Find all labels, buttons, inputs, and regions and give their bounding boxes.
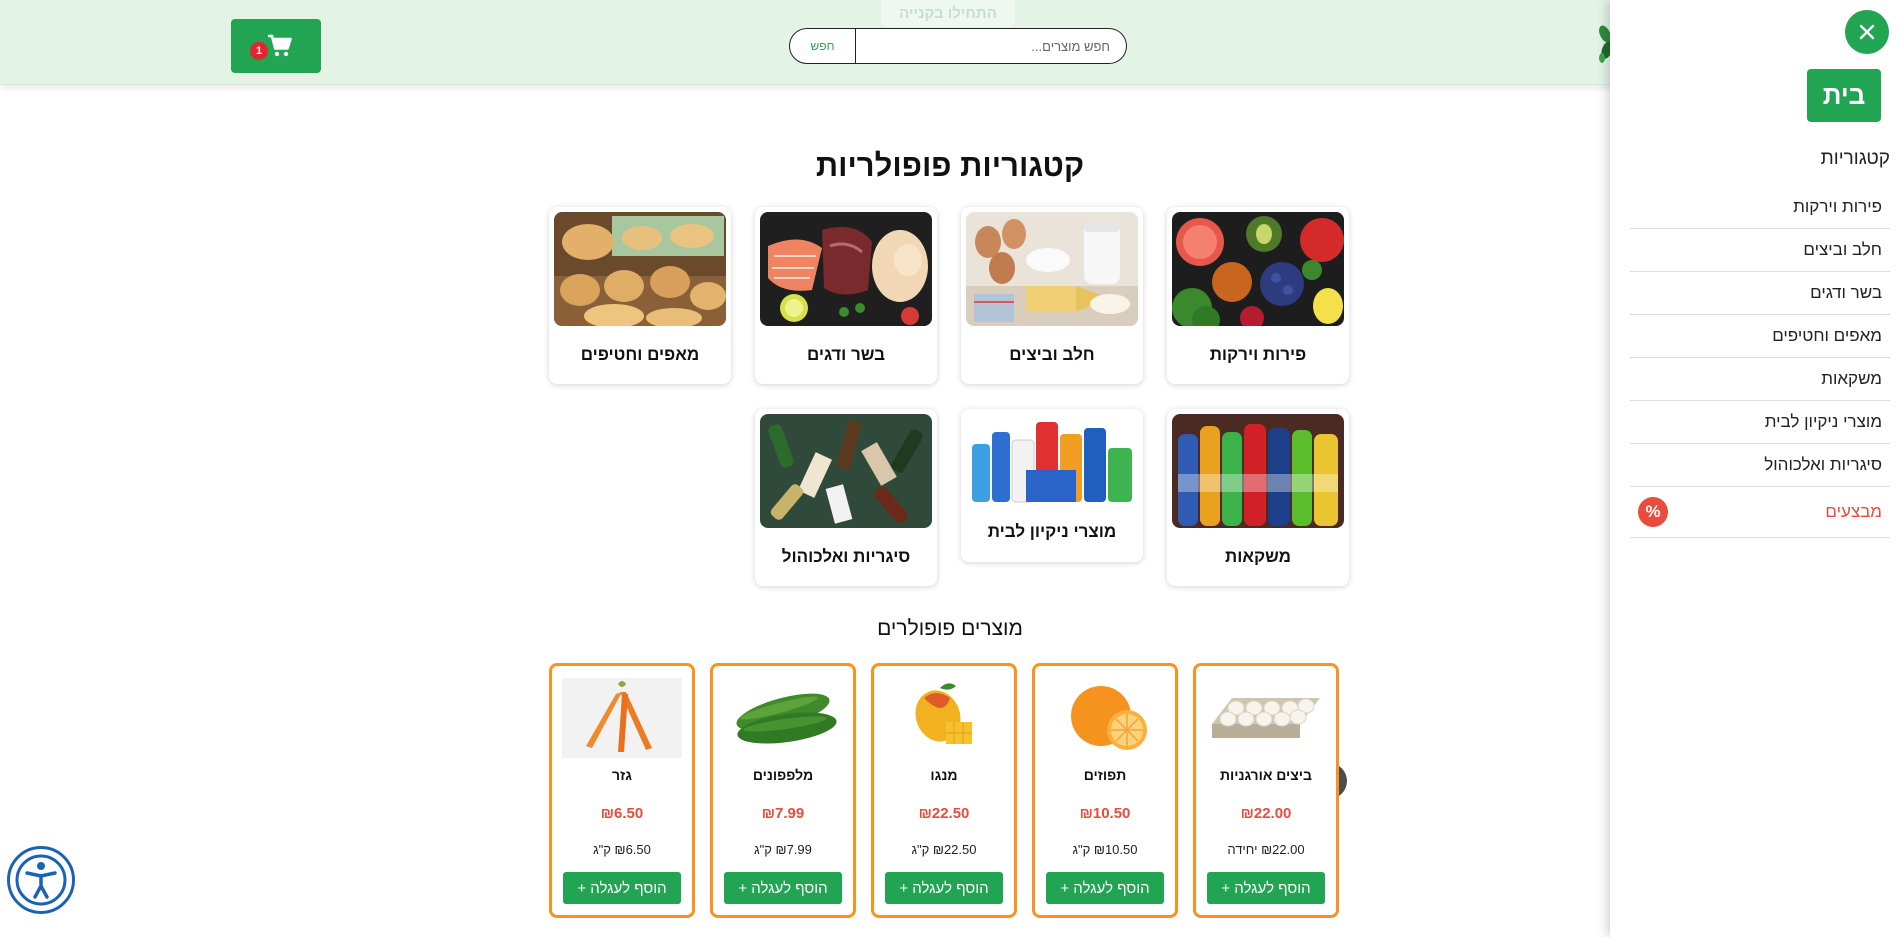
category-image (966, 212, 1138, 326)
accessibility-icon (15, 854, 67, 906)
product-price: ₪7.99 (761, 805, 805, 822)
sidebar-category-list: פירות וירקות חלב וביצים בשר ודגים מאפים … (1630, 186, 1890, 538)
category-card-drinks[interactable]: משקאות (1167, 409, 1349, 586)
shopping-cart-icon (268, 34, 292, 57)
category-card-cigarettes-alcohol[interactable]: סיגריות ואלכוהול (755, 409, 937, 586)
home-button[interactable]: בית (1807, 69, 1881, 122)
close-menu-button[interactable] (1845, 10, 1889, 54)
sidebar-item-drinks[interactable]: משקאות (1630, 358, 1890, 401)
category-label: חלב וביצים (1009, 345, 1095, 364)
product-unit-price: ₪10.50 ק"ג (1072, 842, 1138, 857)
product-card-mango[interactable]: מנגו ₪22.50 ₪22.50 ק"ג הוסף לעגלה + (871, 663, 1017, 918)
category-image (554, 212, 726, 326)
category-label: משקאות (1225, 547, 1291, 566)
sidebar-item-dairy-eggs[interactable]: חלב וביצים (1630, 229, 1890, 272)
sidebar-item-cleaning[interactable]: מוצרי ניקיון לבית (1630, 401, 1890, 444)
product-unit-price: ₪22.00 יחידה (1227, 842, 1305, 857)
search-button[interactable]: חפש (789, 28, 856, 64)
product-card-carrot[interactable]: גזר ₪6.50 ₪6.50 ק"ג הוסף לעגלה + (549, 663, 695, 918)
accessibility-button[interactable] (7, 846, 75, 914)
add-to-cart-button[interactable]: הוסף לעגלה + (1046, 872, 1164, 904)
product-image (723, 678, 843, 758)
product-unit-price: ₪6.50 ק"ג (593, 842, 651, 857)
category-label: פירות וירקות (1209, 345, 1307, 364)
add-to-cart-button[interactable]: הוסף לעגלה + (885, 872, 1003, 904)
category-image (966, 414, 1138, 506)
product-price: ₪6.50 (600, 805, 644, 822)
product-image (1045, 678, 1165, 758)
product-name: גזר (612, 767, 632, 783)
category-image (760, 414, 932, 528)
product-image (1206, 678, 1326, 758)
category-image (760, 212, 932, 326)
category-label: מאפים וחטיפים (580, 345, 700, 364)
category-label: בשר ודגים (806, 345, 886, 364)
category-image (1172, 414, 1344, 528)
product-unit-price: ₪22.50 ק"ג (911, 842, 977, 857)
categories-heading: קטגוריות (1820, 148, 1890, 169)
product-name: ביצים אורגניות (1219, 767, 1312, 783)
category-card-fruits-vegetables[interactable]: פירות וירקות (1167, 207, 1349, 384)
search-input[interactable] (856, 28, 1127, 64)
product-name: מנגו (930, 767, 958, 783)
add-to-cart-button[interactable]: הוסף לעגלה + (1207, 872, 1325, 904)
product-price: ₪22.50 (918, 805, 970, 822)
product-image (562, 678, 682, 758)
product-name: מלפפונים (752, 767, 814, 783)
search-bar: חפש (789, 28, 1127, 64)
category-image (1172, 212, 1344, 326)
sidebar-item-cigarettes-alcohol[interactable]: סיגריות ואלכוהול (1630, 444, 1890, 487)
product-card-organic-eggs[interactable]: ביצים אורגניות ₪22.00 ₪22.00 יחידה הוסף … (1193, 663, 1339, 918)
side-menu: בית קטגוריות פירות וירקות חלב וביצים בשר… (1610, 0, 1900, 937)
start-shopping-tab[interactable]: התחילו בקנייה (881, 0, 1015, 27)
percent-icon: % (1638, 497, 1668, 527)
add-to-cart-button[interactable]: הוסף לעגלה + (724, 872, 842, 904)
product-image (884, 678, 1004, 758)
add-to-cart-button[interactable]: הוסף לעגלה + (563, 872, 681, 904)
sidebar-item-promotions[interactable]: מבצעים % (1630, 487, 1890, 538)
product-card-oranges[interactable]: תפוזים ₪10.50 ₪10.50 ק"ג הוסף לעגלה + (1032, 663, 1178, 918)
product-unit-price: ₪7.99 ק"ג (754, 842, 812, 857)
category-label: מוצרי ניקיון לבית (987, 522, 1117, 541)
product-card-cucumbers[interactable]: מלפפונים ₪7.99 ₪7.99 ק"ג הוסף לעגלה + (710, 663, 856, 918)
category-card-meat-fish[interactable]: בשר ודגים (755, 207, 937, 384)
category-card-dairy-eggs[interactable]: חלב וביצים (961, 207, 1143, 384)
product-price: ₪10.50 (1079, 805, 1131, 822)
cart-count-badge: 1 (250, 42, 268, 60)
promotions-label: מבצעים (1825, 502, 1882, 521)
category-card-bakery-snacks[interactable]: מאפים וחטיפים (549, 207, 731, 384)
product-price: ₪22.00 (1240, 805, 1292, 822)
sidebar-item-fruits-vegetables[interactable]: פירות וירקות (1630, 186, 1890, 229)
product-name: תפוזים (1083, 767, 1127, 783)
close-icon (1859, 24, 1875, 40)
sidebar-item-meat-fish[interactable]: בשר ודגים (1630, 272, 1890, 315)
category-card-cleaning[interactable]: מוצרי ניקיון לבית (961, 409, 1143, 562)
sidebar-item-bakery-snacks[interactable]: מאפים וחטיפים (1630, 315, 1890, 358)
category-label: סיגריות ואלכוהול (781, 547, 911, 566)
cart-button[interactable] (231, 19, 321, 73)
